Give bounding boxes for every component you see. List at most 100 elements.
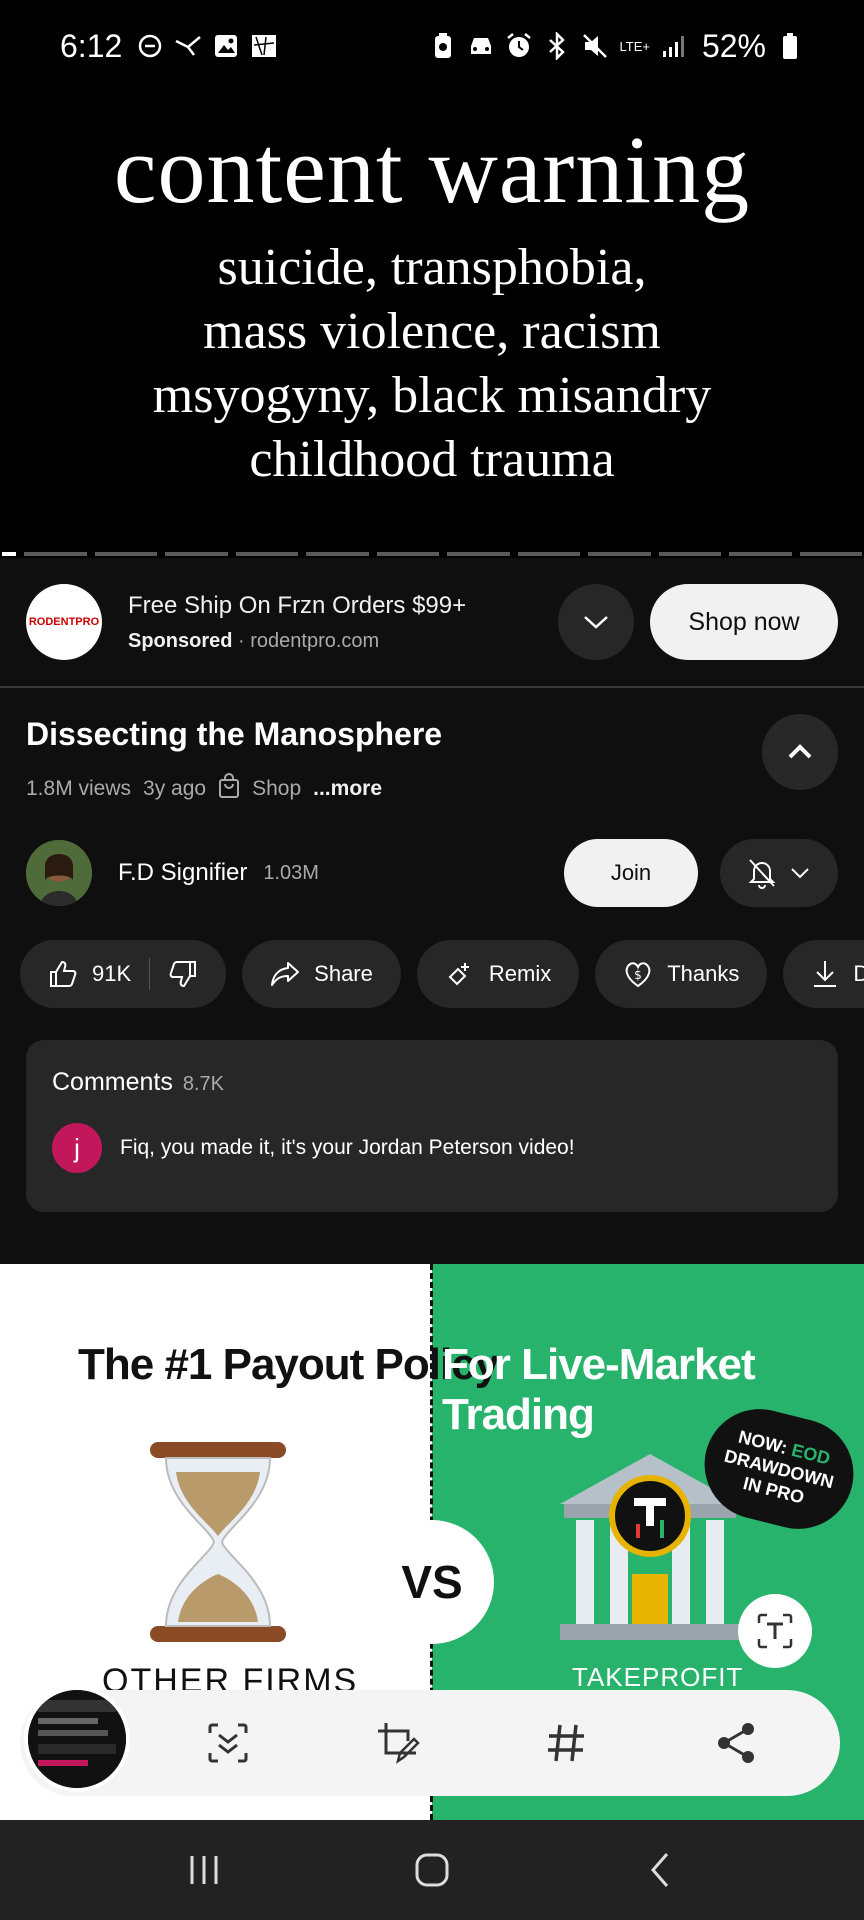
ad-title[interactable]: Free Ship On Frzn Orders $99+ <box>128 592 558 620</box>
shop-link[interactable]: Shop <box>252 777 301 801</box>
ad-text[interactable]: Free Ship On Frzn Orders $99+ Sponsored … <box>128 592 558 653</box>
like-dislike-pill: 91K <box>20 940 227 1008</box>
comment-text: Fiq, you made it, it's your Jordan Peter… <box>120 1136 575 1159</box>
ad-expand-button[interactable] <box>558 584 634 660</box>
sponsored-ad[interactable]: RODENTPRO Free Ship On Frzn Orders $99+ … <box>0 558 864 688</box>
chapter-segment <box>799 552 862 556</box>
chevron-down-icon <box>584 616 608 629</box>
chevron-down-icon <box>791 868 809 879</box>
like-button[interactable]: 91K <box>48 959 131 989</box>
battery-saver-icon <box>429 32 457 60</box>
home-icon[interactable] <box>402 1840 462 1900</box>
video-title[interactable]: Dissecting the Manosphere <box>26 716 838 753</box>
bird-icon <box>174 32 202 60</box>
video-player[interactable]: content warning suicide, transphobia, ma… <box>0 92 864 558</box>
status-bar: 6:12 LTE+ 52% <box>0 0 864 92</box>
remix-label: Remix <box>488 961 552 986</box>
thanks-label: Thanks <box>667 961 740 986</box>
advertiser-logo[interactable]: RODENTPRO <box>26 584 102 660</box>
signal-icon <box>660 32 688 60</box>
promo-left-title: The #1 Payout Policy <box>78 1340 499 1389</box>
chapter-segment <box>235 552 298 556</box>
dislike-button[interactable] <box>168 959 198 989</box>
action-bar: 91K Share Remix $ Thanks Do <box>20 940 864 1008</box>
hourglass-icon <box>150 1442 286 1642</box>
share-icon[interactable] <box>714 1721 758 1765</box>
shopping-bag-icon <box>218 773 240 805</box>
download-button[interactable]: Do <box>783 940 864 1008</box>
video-line: mass violence, racism <box>203 303 661 360</box>
comments-card[interactable]: Comments 8.7K j Fiq, you made it, it's yo… <box>26 1040 838 1212</box>
recent-apps-icon[interactable] <box>174 1840 234 1900</box>
comments-count: 8.7K <box>182 1073 225 1095</box>
chapter-segment <box>24 552 87 556</box>
alarm-icon <box>505 32 533 60</box>
channel-row[interactable]: F.D Signifier 1.03M Join <box>26 838 838 908</box>
share-button[interactable]: Share <box>242 940 401 1008</box>
bell-off-icon <box>748 859 776 889</box>
video-line: msyogyny, black misandry <box>152 367 712 424</box>
upload-age: 3y ago <box>143 777 207 800</box>
thumbs-down-icon <box>169 961 197 988</box>
advertiser-logo-text: RODENTPRO <box>28 616 100 628</box>
back-icon[interactable] <box>630 1840 690 1900</box>
video-details[interactable]: Dissecting the Manosphere 1.8M views 3y … <box>26 714 838 805</box>
channel-name[interactable]: F.D Signifier <box>118 859 247 887</box>
status-time: 6:12 <box>60 27 123 64</box>
shop-now-button[interactable]: Shop now <box>650 584 838 660</box>
chapter-segment <box>94 552 157 556</box>
extract-text-button[interactable] <box>738 1594 812 1668</box>
ad-subtitle: Sponsored · rodentpro.com <box>128 630 558 653</box>
video-frame-lines: suicide, transphobia, mass violence, rac… <box>0 236 864 492</box>
collapse-button[interactable] <box>762 714 838 790</box>
map-icon <box>250 32 278 60</box>
gallery-icon <box>212 32 240 60</box>
join-button[interactable]: Join <box>564 839 698 907</box>
smart-select-icon[interactable] <box>206 1721 250 1765</box>
car-icon <box>467 32 495 60</box>
draw-crop-icon[interactable] <box>376 1721 420 1765</box>
remix-button[interactable]: Remix <box>416 940 580 1008</box>
comments-label: Comments <box>52 1068 173 1096</box>
like-divider <box>149 958 151 990</box>
comments-header: Comments 8.7K <box>52 1068 812 1097</box>
download-label: Do <box>853 961 864 986</box>
channel-avatar[interactable] <box>26 840 92 906</box>
like-count: 91K <box>92 961 132 986</box>
thanks-button[interactable]: $ Thanks <box>595 940 768 1008</box>
battery-icon <box>776 32 804 60</box>
hashtag-icon[interactable] <box>544 1721 588 1765</box>
svg-text:$: $ <box>634 968 642 982</box>
top-comment[interactable]: j Fiq, you made it, it's your Jordan Pet… <box>52 1123 812 1173</box>
thumbs-up-icon <box>50 960 77 987</box>
subscriber-count: 1.03M <box>263 861 319 884</box>
status-left-icons <box>136 32 278 60</box>
mute-icon <box>581 32 609 60</box>
chapter-segment <box>517 552 580 556</box>
promo-right-caption: TAKEPROFIT <box>572 1662 744 1692</box>
screenshot-thumbnail[interactable] <box>24 1686 130 1792</box>
video-meta[interactable]: 1.8M views 3y ago Shop ...more <box>26 773 838 805</box>
lte-signal-icon: LTE+ <box>619 38 650 54</box>
commenter-avatar: j <box>52 1123 102 1173</box>
chapter-segment <box>447 552 510 556</box>
ad-domain: rodentpro.com <box>250 629 380 652</box>
notifications-button[interactable] <box>720 839 838 907</box>
video-frame-title: content warning <box>113 116 751 223</box>
remix-icon <box>448 963 469 986</box>
text-extract-icon <box>757 1613 793 1649</box>
chapter-segment <box>306 552 369 556</box>
chapter-segment <box>729 552 792 556</box>
chevron-up-icon <box>788 744 812 759</box>
chapter-segment <box>376 552 439 556</box>
more-link[interactable]: ...more <box>313 777 382 801</box>
versus-badge: VS <box>370 1520 494 1644</box>
chapter-segment <box>658 552 721 556</box>
download-icon <box>814 961 837 987</box>
share-arrow-icon <box>271 962 300 986</box>
system-nav-bar <box>0 1820 864 1920</box>
bluetooth-icon <box>543 32 571 60</box>
do-not-disturb-icon <box>136 32 164 60</box>
share-label: Share <box>314 961 373 986</box>
ad-separator: · <box>238 629 245 652</box>
